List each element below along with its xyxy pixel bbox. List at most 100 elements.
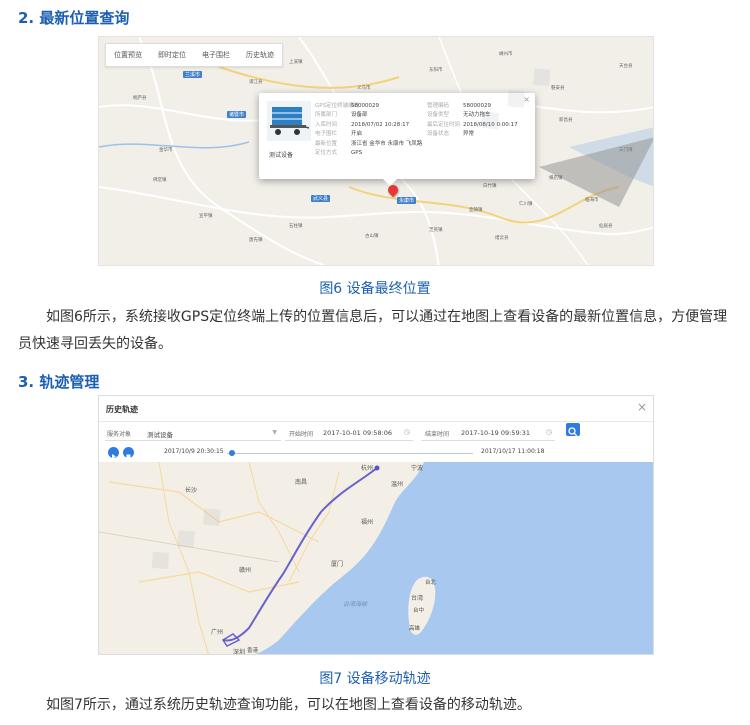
figure6-caption: 图6 设备最终位置 — [319, 281, 431, 297]
field-key: 电子围栏 — [315, 131, 338, 138]
town-label: 新昌县 — [559, 118, 573, 123]
section-title-latest-location: 2. 最新位置查询 — [18, 9, 130, 27]
town-label: 古山镇 — [365, 234, 379, 239]
panel-title: 历史轨迹 — [106, 405, 138, 414]
field-key: 设备状态 — [427, 131, 450, 138]
playback-end-time: 2017/10/17 11:00:18 — [481, 448, 545, 455]
service-object-select[interactable]: 服务对象 测试设备 ▼ — [105, 426, 281, 441]
device-name: 测试设备 — [269, 152, 294, 159]
start-time-label: 开始时间 — [289, 431, 314, 438]
end-time-value: 2017-10-19 09:59:31 — [461, 429, 531, 437]
field-value: 58000029 — [351, 103, 379, 109]
town-label: 白竹镇 — [483, 184, 497, 189]
map-place-label: 深圳 — [233, 648, 245, 655]
map-place-label: 长沙 — [185, 486, 197, 494]
start-time-field[interactable]: 开始时间 2017-10-01 09:58:06 ◷ — [285, 426, 413, 441]
field-row: 最新位置 浙江省 金华市 永康市 飞凤路 — [315, 140, 422, 149]
paragraph-track-management: 如图7所示，通过系统历史轨迹查询功能，可以在地图上查看设备的移动轨迹。 — [46, 697, 531, 713]
end-time-field[interactable]: 结束时间 2017-10-19 09:59:31 ◷ — [421, 426, 555, 441]
map-place-label: 台湾海峡 — [343, 600, 368, 608]
field-value: 开启 — [351, 131, 363, 138]
field-key: 定位方式 — [315, 150, 338, 157]
service-object-value: 测试设备 — [147, 431, 173, 439]
field-key: 设备类型 — [427, 112, 450, 119]
town-label: 横店镇 — [549, 176, 563, 181]
field-key: GPS定位终端编码 — [315, 103, 360, 109]
town-label: 浦江县 — [249, 80, 263, 85]
map-place-label: 厦门 — [331, 560, 343, 568]
playback-progress-handle[interactable] — [228, 450, 235, 456]
map-place-label: 杭州 — [361, 464, 373, 472]
field-value: 设备部 — [351, 112, 368, 119]
field-row: 管理编码 58000029 — [427, 102, 518, 111]
town-label: 临海市 — [585, 198, 599, 203]
town-label: 壶镇镇 — [469, 208, 483, 213]
end-time-label: 结束时间 — [425, 431, 450, 438]
town-label: 磐安县 — [551, 86, 565, 91]
track-map[interactable]: 南昌 长沙 赣州 福州 厦门 深圳 广州 香港 台湾 台北 台中 高雄 台湾海峡… — [99, 462, 654, 655]
close-icon[interactable]: × — [637, 400, 647, 414]
town-label: 三门湾 — [619, 148, 633, 153]
town-label: 宣平镇 — [199, 214, 213, 219]
field-value: 无动力拖车 — [463, 112, 491, 119]
field-value: 浙江省 金华市 永康市 飞凤路 — [351, 140, 423, 147]
map-place-label: 宁波 — [411, 464, 423, 472]
town-label: 佛堂镇 — [153, 178, 167, 183]
current-playback-time: 2017/10/9 20:30:15 — [164, 448, 224, 455]
close-icon[interactable]: × — [523, 95, 530, 104]
town-label: 桐庐县 — [133, 96, 147, 101]
tab-instant-locate[interactable]: 即时定位 — [150, 50, 194, 60]
town-label: 金华市 — [159, 148, 173, 153]
clock-icon: ◷ — [545, 428, 552, 436]
map-place-label: 温州 — [391, 480, 403, 488]
field-key: 管理编码 — [427, 103, 450, 109]
map-place-label: 台北 — [425, 578, 437, 586]
tab-history-track[interactable]: 历史轨迹 — [238, 50, 282, 60]
map-place-label: 广州 — [211, 628, 223, 636]
device-info-popup: × 测试设备 GPS定位终端编码58000029 所属部门 设备部 入库时间 201… — [259, 93, 535, 186]
field-row: 设备状态 异常 — [427, 130, 518, 139]
field-row: 定位方式 GPS — [315, 149, 422, 158]
field-value: 2018/07/02 10:28:17 — [351, 121, 410, 128]
history-track-panel: 历史轨迹 × 服务对象 测试设备 ▼ 开始时间 2017-10-01 09:58… — [98, 395, 654, 655]
tab-location-preview[interactable]: 位置预览 — [106, 50, 150, 60]
town-label: 芝英镇 — [429, 228, 443, 233]
field-value: 2018/08/10 0:00:17 — [463, 121, 518, 128]
section-title-track-management: 3. 轨迹管理 — [18, 373, 100, 391]
town-label: 仁川镇 — [519, 202, 533, 207]
playback-progress-track[interactable] — [227, 453, 473, 454]
city-label: 永康市 — [397, 197, 417, 204]
field-row: 所属部门 设备部 — [315, 111, 422, 120]
stop-icon — [126, 454, 131, 459]
map-mode-tabs: 位置预览 即时定位 电子围栏 历史轨迹 — [105, 43, 283, 67]
paragraph-latest-location: 如图6所示，系统接收GPS定位终端上传的位置信息后，可以通过在地图上查看设备的最… — [18, 309, 728, 352]
service-object-label: 服务对象 — [107, 431, 132, 438]
latest-location-map[interactable]: 位置预览 即时定位 电子围栏 历史轨迹 兰溪市 诸暨市 武义县 永康市 桐庐县 … — [98, 36, 654, 266]
dropdown-arrow-icon: ▼ — [272, 429, 277, 436]
search-icon — [568, 427, 578, 437]
city-label: 诸暨市 — [227, 111, 247, 118]
start-time-value: 2017-10-01 09:58:06 — [323, 429, 393, 437]
map-place-label: 南昌 — [295, 478, 307, 486]
map-place-label: 台湾 — [411, 594, 423, 602]
field-value: GPS — [351, 150, 363, 157]
stop-button[interactable] — [123, 447, 134, 459]
panel-header: 历史轨迹 × — [99, 396, 653, 422]
field-row: 电子围栏 开启 — [315, 130, 422, 139]
city-label: 兰溪市 — [183, 71, 203, 78]
device-fields-right: 管理编码 58000029 设备类型 无动力拖车 最后定位时间 2018/08/10 … — [427, 102, 518, 140]
play-icon — [112, 454, 116, 459]
play-button[interactable] — [108, 447, 119, 459]
field-row: GPS定位终端编码58000029 — [315, 102, 422, 111]
field-key: 最新位置 — [315, 140, 338, 147]
field-row: 入库时间 2018/07/02 10:28:17 — [315, 121, 422, 130]
trailer-photo-icon — [267, 101, 311, 141]
town-label: 天台县 — [619, 64, 633, 69]
clock-icon: ◷ — [403, 428, 410, 436]
map-place-label: 福州 — [361, 518, 373, 526]
town-label: 仙居县 — [599, 224, 613, 229]
tab-geo-fence[interactable]: 电子围栏 — [194, 50, 238, 60]
field-value: 58000029 — [463, 103, 491, 109]
search-button[interactable] — [566, 423, 580, 437]
figure7-caption: 图7 设备移动轨迹 — [319, 671, 431, 687]
